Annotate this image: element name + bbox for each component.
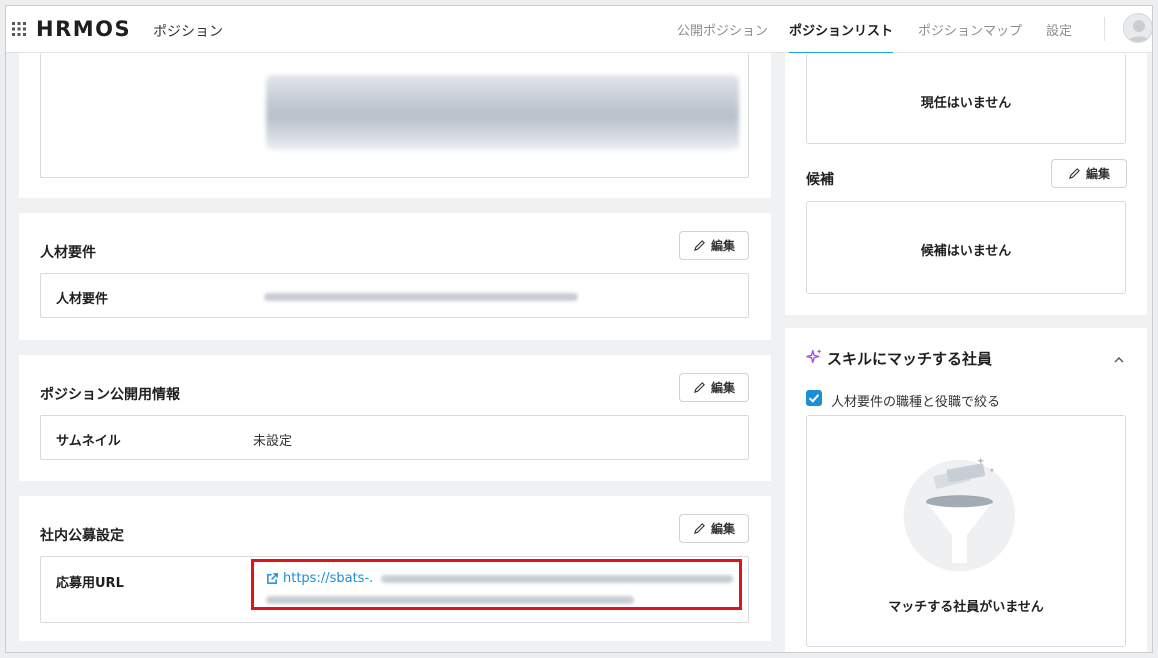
incumbent-empty-text: 現任はいません: [920, 96, 1012, 111]
overview-card: [19, 53, 771, 198]
requirements-field-label: 人材要件: [56, 292, 109, 307]
requirements-card: 人材要件 編集 人材要件: [19, 213, 771, 340]
edit-label: 編集: [1085, 167, 1110, 181]
user-avatar-icon: [1127, 20, 1151, 42]
check-icon: [808, 394, 820, 403]
apps-grid-icon[interactable]: [11, 21, 27, 37]
incumbent-empty-box: 現任はいません: [806, 53, 1126, 144]
edit-label: 編集: [710, 522, 735, 536]
thumbnail-label: サムネイル: [56, 434, 121, 449]
thumbnail-value: 未設定: [253, 434, 293, 449]
top-header: HRMOS ポジション 公開ポジション ポジションリスト ポジションマップ 設定: [6, 6, 1152, 54]
chevron-up-icon[interactable]: [1113, 354, 1125, 366]
public-info-edit-button[interactable]: 編集: [679, 373, 749, 402]
nav-divider: [1104, 17, 1105, 41]
apply-url-label: 応募用URL: [56, 576, 124, 591]
skill-match-empty-box: マッチする社員がいません: [806, 415, 1126, 647]
candidates-empty-text: 候補はいません: [920, 244, 1012, 259]
pencil-icon: [1068, 168, 1080, 180]
skill-match-empty-text: マッチする社員がいません: [888, 600, 1044, 615]
nav-position-map[interactable]: ポジションマップ: [918, 6, 1022, 53]
redacted-image: [266, 75, 739, 150]
avatar[interactable]: [1123, 13, 1152, 43]
skill-match-title: スキルにマッチする社員: [827, 350, 993, 368]
skill-match-card: スキルにマッチする社員 人材要件の職種と役職で絞る マッチする社員がいません: [785, 328, 1147, 652]
nav-position-list[interactable]: ポジションリスト: [789, 6, 894, 54]
requirements-edit-button[interactable]: 編集: [679, 231, 749, 260]
incumbent-candidates-card: 現任はいません 候補 編集 候補はいません: [785, 53, 1147, 315]
role-filter-label[interactable]: 人材要件の職種と役職で絞る: [831, 391, 1000, 410]
requirements-field: 人材要件: [40, 273, 749, 318]
internal-recruit-edit-button[interactable]: 編集: [679, 514, 749, 543]
pencil-icon: [693, 523, 705, 535]
role-filter-checkbox[interactable]: [806, 390, 822, 406]
brand-logo[interactable]: HRMOS: [36, 17, 131, 41]
pencil-icon: [693, 240, 705, 252]
internal-recruit-title: 社内公募設定: [40, 528, 124, 544]
candidates-empty-box: 候補はいません: [806, 201, 1126, 294]
app-frame: HRMOS ポジション 公開ポジション ポジションリスト ポジションマップ 設定…: [5, 5, 1153, 653]
requirements-title: 人材要件: [40, 245, 96, 261]
highlight-annotation: [251, 559, 742, 610]
candidates-title: 候補: [806, 172, 834, 188]
nav-settings[interactable]: 設定: [1046, 6, 1072, 53]
pencil-icon: [693, 382, 705, 394]
edit-label: 編集: [710, 239, 735, 253]
nav-public-positions[interactable]: 公開ポジション: [677, 6, 768, 53]
public-info-card: ポジション公開用情報 編集 サムネイル 未設定: [19, 355, 771, 481]
sparkle-icon: [806, 348, 822, 364]
thumbnail-field: サムネイル 未設定: [40, 415, 749, 460]
edit-label: 編集: [710, 381, 735, 395]
public-info-title: ポジション公開用情報: [40, 387, 180, 403]
product-name: ポジション: [153, 24, 223, 40]
redacted-text: [264, 293, 578, 301]
overview-field-box: [40, 53, 749, 178]
funnel-illustration: [903, 457, 1016, 572]
candidates-edit-button[interactable]: 編集: [1051, 159, 1127, 188]
